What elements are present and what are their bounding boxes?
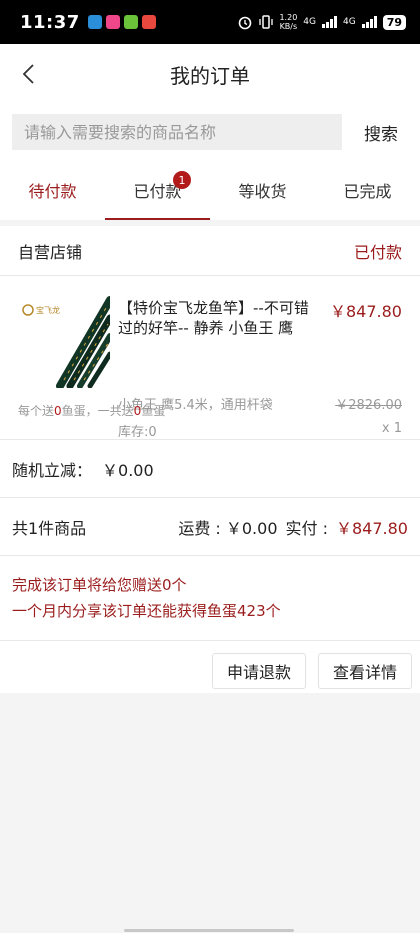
item-count: 共1件商品	[12, 518, 87, 538]
reward-info: 完成该订单将给您赠送0个 一个月内分享该订单还能获得鱼蛋423个	[0, 556, 420, 641]
shop-name: 自营店铺	[18, 242, 83, 262]
notification-icons	[87, 15, 156, 29]
discount-value: ￥0.00	[102, 460, 154, 480]
order-actions: 申请退款 查看详情	[0, 641, 420, 701]
actual-paid-value: ￥847.80	[336, 518, 408, 538]
shipping-fee: 运费 : ￥0.00	[178, 518, 278, 538]
product-original-price: ￥2826.00	[335, 398, 402, 413]
gift-note: 每个送0鱼蛋，一共送0鱼蛋	[18, 404, 166, 418]
app-notification-icon	[105, 15, 120, 29]
actual-paid-label: 实付 :	[285, 518, 328, 538]
product-title: 【特价宝飞龙鱼竿】--不可错过的好竿-- 静养 小鱼王 鹰	[118, 299, 309, 337]
order-tabs: 待付款 已付款 1 等收货 已完成	[0, 160, 420, 220]
view-details-button[interactable]: 查看详情	[317, 653, 412, 689]
order-status: 已付款	[353, 242, 402, 262]
tab-completed[interactable]: 已完成	[315, 160, 420, 220]
back-arrow-icon[interactable]	[18, 62, 42, 86]
status-indicators: 1.20 KB/s 4G 4G 79	[237, 13, 406, 31]
product-price: ￥847.80	[330, 302, 402, 321]
app-notification-icon	[123, 15, 138, 29]
product-image[interactable]: 宝飞龙	[18, 296, 110, 388]
search-button[interactable]: 搜索	[364, 120, 398, 145]
request-refund-button[interactable]: 申请退款	[211, 653, 306, 689]
product-stock: 库存:0	[118, 425, 157, 440]
signal-icon	[321, 16, 337, 28]
battery-icon: 79	[382, 14, 406, 30]
vibrate-icon	[259, 15, 274, 29]
order-card: 自营店铺 已付款 宝飞龙 【特价宝飞龙鱼竿】--不可错过的好竿-- 静养 小鱼王…	[0, 226, 420, 693]
brand-logo-text: 宝飞龙	[36, 305, 60, 315]
network-type-1: 4G	[303, 17, 316, 27]
network-type-2: 4G	[342, 17, 356, 27]
total-row: 共1件商品 运费 : ￥0.00 实付 : ￥847.80	[0, 498, 420, 556]
discount-label: 随机立减：	[12, 460, 93, 480]
home-indicator[interactable]	[124, 929, 294, 932]
reward-line: 完成该订单将给您赠送0个	[12, 576, 187, 594]
shop-row[interactable]: 自营店铺 已付款	[0, 226, 420, 276]
search-bar: 搜索	[0, 104, 420, 160]
tab-awaiting-delivery[interactable]: 等收货	[210, 160, 315, 220]
discount-row: 随机立减： ￥0.00	[0, 440, 420, 498]
tab-count-badge: 1	[173, 171, 191, 189]
signal-icon	[361, 16, 377, 28]
app-notification-icon	[141, 15, 156, 29]
search-input[interactable]	[12, 114, 342, 150]
tab-paid[interactable]: 已付款 1	[105, 160, 210, 220]
product-quantity: x 1	[381, 421, 402, 436]
reward-line: 一个月内分享该订单还能获得鱼蛋423个	[12, 602, 281, 620]
tab-pending-payment[interactable]: 待付款	[0, 160, 105, 220]
status-bar: 11:37 1.20 KB/s 4G 4G 79	[0, 0, 420, 44]
network-speed: 1.20 KB/s	[279, 13, 298, 31]
app-notification-icon	[87, 15, 102, 29]
status-time: 11:37	[20, 11, 80, 33]
navigation-bar: 我的订单	[0, 44, 420, 104]
page-title: 我的订单	[170, 63, 250, 88]
alarm-icon	[239, 16, 252, 30]
